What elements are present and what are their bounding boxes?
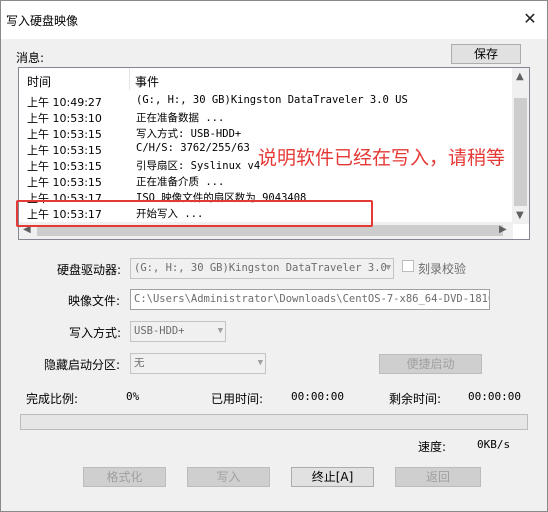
write-method-label: 写入方式: xyxy=(69,326,122,340)
stop-button[interactable]: 终止[A] xyxy=(291,467,374,487)
row-event: (G:, H:, 30 GB)Kingston DataTraveler 3.0… xyxy=(136,94,408,106)
list-header: 时间 事件 xyxy=(19,68,513,90)
row-time: 上午 10:53:15 xyxy=(27,144,102,157)
table-row[interactable]: 上午 10:49:27 (G:, H:, 30 GB)Kingston DataT… xyxy=(19,93,513,109)
elapsed-label: 已用时间: xyxy=(211,392,264,406)
save-button[interactable]: 保存 xyxy=(451,44,521,64)
window-title: 写入硬盘映像 xyxy=(6,14,79,28)
completion-label: 完成比例: xyxy=(26,392,79,406)
scroll-right-icon[interactable]: ▶ xyxy=(499,225,507,235)
write-disk-image-dialog: 写入硬盘映像 ✕ 消息: 保存 时间 事件 上午 10:49:27 (G:, H:… xyxy=(0,0,548,512)
column-divider[interactable] xyxy=(129,68,130,90)
row-event: C/H/S: 3762/255/63 xyxy=(136,142,250,154)
table-row[interactable]: 上午 10:53:10 正在准备数据 ... xyxy=(19,109,513,125)
vertical-scroll-thumb[interactable] xyxy=(514,98,527,206)
chevron-down-icon: ▼ xyxy=(217,326,223,336)
verify-label: 刻录校验 xyxy=(418,262,467,276)
scroll-down-icon[interactable]: ▼ xyxy=(516,211,524,221)
column-header-time[interactable]: 时间 xyxy=(27,73,51,90)
drive-value: (G:, H:, 30 GB)Kingston DataTraveler 3.0… xyxy=(134,262,394,274)
hidden-partition-value: 无 xyxy=(134,357,145,369)
image-file-value: C:\Users\Administrator\Downloads\CentOS-… xyxy=(134,293,490,305)
image-file-label: 映像文件: xyxy=(68,294,121,308)
messages-label: 消息: xyxy=(16,51,45,65)
column-header-event[interactable]: 事件 xyxy=(135,73,159,90)
title-bar: 写入硬盘映像 ✕ xyxy=(1,1,547,39)
chevron-down-icon: ▼ xyxy=(257,358,263,368)
row-time: 上午 10:53:15 xyxy=(27,160,102,173)
completion-value: 0% xyxy=(126,390,140,403)
table-row[interactable]: 上午 10:53:15 写入方式: USB-HDD+ xyxy=(19,125,513,141)
progress-bar xyxy=(20,414,528,430)
row-event: 引导扇区: Syslinux v4 xyxy=(136,160,261,172)
drive-label: 硬盘驱动器: xyxy=(57,263,122,277)
verify-checkbox[interactable] xyxy=(402,260,414,272)
hidden-partition-select[interactable]: 无 ▼ xyxy=(130,353,266,374)
scroll-up-icon[interactable]: ▲ xyxy=(516,72,524,82)
remaining-value: 00:00:00 xyxy=(468,390,521,403)
drive-select[interactable]: (G:, H:, 30 GB)Kingston DataTraveler 3.0… xyxy=(130,258,394,279)
elapsed-value: 00:00:00 xyxy=(291,390,344,403)
row-event: 正在准备数据 ... xyxy=(136,112,225,124)
write-method-value: USB-HDD+ xyxy=(134,325,185,337)
row-event: 写入方式: USB-HDD+ xyxy=(136,128,242,140)
highlight-box xyxy=(16,200,373,227)
row-time: 上午 10:49:27 xyxy=(27,96,102,109)
quick-boot-button[interactable]: 便捷启动 xyxy=(379,354,482,374)
format-button[interactable]: 格式化 xyxy=(83,467,166,487)
write-button[interactable]: 写入 xyxy=(187,467,270,487)
row-time: 上午 10:53:15 xyxy=(27,128,102,141)
table-row[interactable]: 上午 10:53:15 正在准备介质 ... xyxy=(19,173,513,189)
close-icon[interactable]: ✕ xyxy=(521,10,539,28)
row-time: 上午 10:53:15 xyxy=(27,176,102,189)
back-button[interactable]: 返回 xyxy=(395,467,481,487)
speed-label: 速度: xyxy=(418,440,447,454)
image-file-field[interactable]: C:\Users\Administrator\Downloads\CentOS-… xyxy=(130,289,490,310)
hidden-partition-label: 隐藏启动分区: xyxy=(44,358,121,372)
chevron-down-icon: ▼ xyxy=(385,263,391,273)
vertical-scrollbar[interactable]: ▲ ▼ xyxy=(512,68,529,224)
remaining-label: 剩余时间: xyxy=(389,392,442,406)
row-time: 上午 10:53:10 xyxy=(27,112,102,125)
annotation-note: 说明软件已经在写入，请稍等 xyxy=(258,147,506,169)
speed-value: 0KB/s xyxy=(477,438,511,451)
row-event: 正在准备介质 ... xyxy=(136,176,225,188)
write-method-select[interactable]: USB-HDD+ ▼ xyxy=(130,321,226,342)
